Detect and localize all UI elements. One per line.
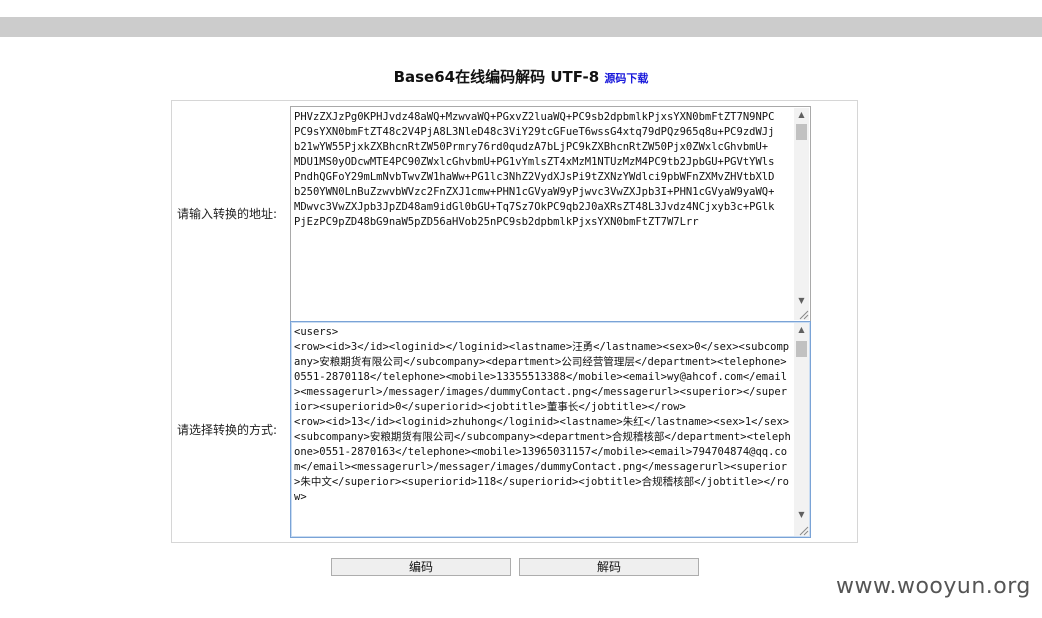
output-scrollbar[interactable]: ▲ ▼ (794, 323, 809, 536)
scroll-up-icon[interactable]: ▲ (794, 323, 809, 337)
scroll-thumb[interactable] (796, 124, 807, 140)
input-textarea-text: PHVzZXJzPg0KPHJvdz48aWQ+MzwvaWQ+PGxvZ2lu… (294, 111, 775, 228)
scroll-down-icon[interactable]: ▼ (794, 508, 809, 522)
page-title: Base64在线编码解码 UTF-8 源码下载 (0, 66, 1042, 87)
method-label: 请选择转换的方式: (177, 423, 278, 437)
input-label: 请输入转换的地址: (177, 207, 278, 221)
scroll-thumb[interactable] (796, 341, 807, 357)
input-scrollbar[interactable]: ▲ ▼ (794, 108, 809, 320)
page-title-text: Base64在线编码解码 UTF-8 (393, 68, 600, 86)
top-bar (0, 17, 1042, 37)
decode-button[interactable]: 解码 (519, 558, 699, 576)
output-textarea[interactable]: <users> <row><id>3</id><loginid></logini… (290, 321, 811, 538)
resize-handle-icon[interactable] (797, 524, 809, 536)
source-download-link[interactable]: 源码下载 (604, 72, 648, 85)
scroll-down-icon[interactable]: ▼ (794, 294, 809, 308)
resize-handle-icon[interactable] (797, 308, 809, 320)
encode-button[interactable]: 编码 (331, 558, 511, 576)
scroll-up-icon[interactable]: ▲ (794, 108, 809, 122)
output-textarea-text: <users> <row><id>3</id><loginid></logini… (294, 326, 791, 503)
watermark: www.wooyun.org (836, 574, 1031, 599)
input-textarea[interactable]: PHVzZXJzPg0KPHJvdz48aWQ+MzwvaWQ+PGxvZ2lu… (290, 106, 811, 322)
